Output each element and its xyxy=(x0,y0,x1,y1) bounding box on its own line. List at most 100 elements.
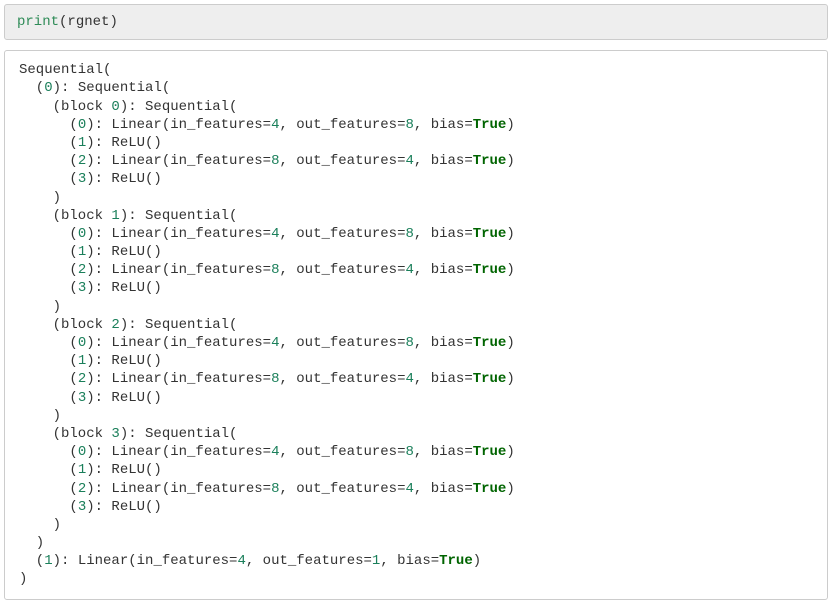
output-token: ) xyxy=(19,190,61,206)
num-token: 4 xyxy=(406,371,414,387)
output-token: ( xyxy=(19,335,78,351)
output-token: ( xyxy=(19,462,78,478)
num-token: 3 xyxy=(78,280,86,296)
output-token: , out_features= xyxy=(279,153,405,169)
num-token: 0 xyxy=(78,335,86,351)
true-token: True xyxy=(473,226,507,242)
output-token: (block xyxy=(19,99,111,115)
num-token: 1 xyxy=(78,244,86,260)
output-token: ) xyxy=(506,262,514,278)
num-token: 4 xyxy=(406,481,414,497)
output-line: ) xyxy=(19,570,813,588)
output-line: (2): Linear(in_features=8, out_features=… xyxy=(19,261,813,279)
output-line: (3): ReLU() xyxy=(19,279,813,297)
num-token: 2 xyxy=(78,262,86,278)
output-token: ): ReLU() xyxy=(86,280,162,296)
output-token: ): ReLU() xyxy=(86,353,162,369)
num-token: 3 xyxy=(78,499,86,515)
output-token: ): ReLU() xyxy=(86,499,162,515)
output-token: ) xyxy=(473,553,481,569)
true-token: True xyxy=(473,335,507,351)
true-token: True xyxy=(473,117,507,133)
output-token: ): ReLU() xyxy=(86,171,162,187)
code-token-arg: rgnet xyxy=(67,14,109,30)
output-token: ): Linear(in_features= xyxy=(86,371,271,387)
output-line: ) xyxy=(19,298,813,316)
output-token: ): Sequential( xyxy=(120,317,238,333)
output-token: , out_features= xyxy=(279,226,405,242)
output-token: , out_features= xyxy=(246,553,372,569)
num-token: 1 xyxy=(78,462,86,478)
output-line: (3): ReLU() xyxy=(19,389,813,407)
output-token: ): Linear(in_features= xyxy=(86,335,271,351)
output-token: , bias= xyxy=(414,371,473,387)
output-token: ( xyxy=(19,135,78,151)
output-token: , bias= xyxy=(414,117,473,133)
output-token: , bias= xyxy=(414,335,473,351)
output-token: , bias= xyxy=(414,262,473,278)
output-line: (block 3): Sequential( xyxy=(19,425,813,443)
true-token: True xyxy=(473,481,507,497)
output-token: ( xyxy=(19,244,78,260)
output-line: (0): Linear(in_features=4, out_features=… xyxy=(19,334,813,352)
output-token: ) xyxy=(506,371,514,387)
num-token: 1 xyxy=(44,553,52,569)
output-token: , out_features= xyxy=(279,335,405,351)
output-token: , out_features= xyxy=(279,481,405,497)
code-input-cell: print(rgnet) xyxy=(4,4,828,40)
num-token: 8 xyxy=(406,444,414,460)
output-token: ): Linear(in_features= xyxy=(86,481,271,497)
output-token: , bias= xyxy=(414,153,473,169)
output-line: (0): Linear(in_features=4, out_features=… xyxy=(19,225,813,243)
output-line: Sequential( xyxy=(19,61,813,79)
num-token: 2 xyxy=(78,371,86,387)
output-token: ) xyxy=(19,535,44,551)
output-token: ): ReLU() xyxy=(86,462,162,478)
num-token: 8 xyxy=(406,117,414,133)
output-line: (2): Linear(in_features=8, out_features=… xyxy=(19,370,813,388)
output-token: ): Linear(in_features= xyxy=(86,153,271,169)
output-token: ( xyxy=(19,353,78,369)
num-token: 1 xyxy=(78,135,86,151)
num-token: 1 xyxy=(111,208,119,224)
output-token: Sequential( xyxy=(19,62,111,78)
output-token: ( xyxy=(19,371,78,387)
output-token: ) xyxy=(506,226,514,242)
output-line: (block 0): Sequential( xyxy=(19,98,813,116)
output-token: ) xyxy=(19,299,61,315)
output-token: ): ReLU() xyxy=(86,135,162,151)
output-token: ) xyxy=(506,153,514,169)
output-token: ) xyxy=(19,571,27,587)
code-token-close-paren: ) xyxy=(109,14,117,30)
num-token: 3 xyxy=(78,390,86,406)
code-token-print: print xyxy=(17,14,59,30)
num-token: 2 xyxy=(111,317,119,333)
num-token: 8 xyxy=(406,226,414,242)
output-token: ) xyxy=(506,117,514,133)
output-token: ( xyxy=(19,390,78,406)
output-token: ( xyxy=(19,171,78,187)
output-line: (3): ReLU() xyxy=(19,498,813,516)
output-token: , out_features= xyxy=(279,444,405,460)
output-token: , out_features= xyxy=(279,371,405,387)
output-line: (1): ReLU() xyxy=(19,461,813,479)
output-token: (block xyxy=(19,426,111,442)
output-token: ) xyxy=(506,335,514,351)
num-token: 0 xyxy=(78,226,86,242)
num-token: 0 xyxy=(44,80,52,96)
true-token: True xyxy=(473,153,507,169)
num-token: 0 xyxy=(78,117,86,133)
output-token: (block xyxy=(19,317,111,333)
output-token: , out_features= xyxy=(279,262,405,278)
output-token: ( xyxy=(19,262,78,278)
output-token: , out_features= xyxy=(279,117,405,133)
output-line: (block 2): Sequential( xyxy=(19,316,813,334)
num-token: 4 xyxy=(406,262,414,278)
output-line: (0): Linear(in_features=4, out_features=… xyxy=(19,443,813,461)
output-line: (0): Sequential( xyxy=(19,79,813,97)
output-token: ): Sequential( xyxy=(120,208,238,224)
output-token: ): Sequential( xyxy=(120,426,238,442)
output-token: ) xyxy=(506,481,514,497)
output-line: ) xyxy=(19,516,813,534)
output-token: ( xyxy=(19,117,78,133)
